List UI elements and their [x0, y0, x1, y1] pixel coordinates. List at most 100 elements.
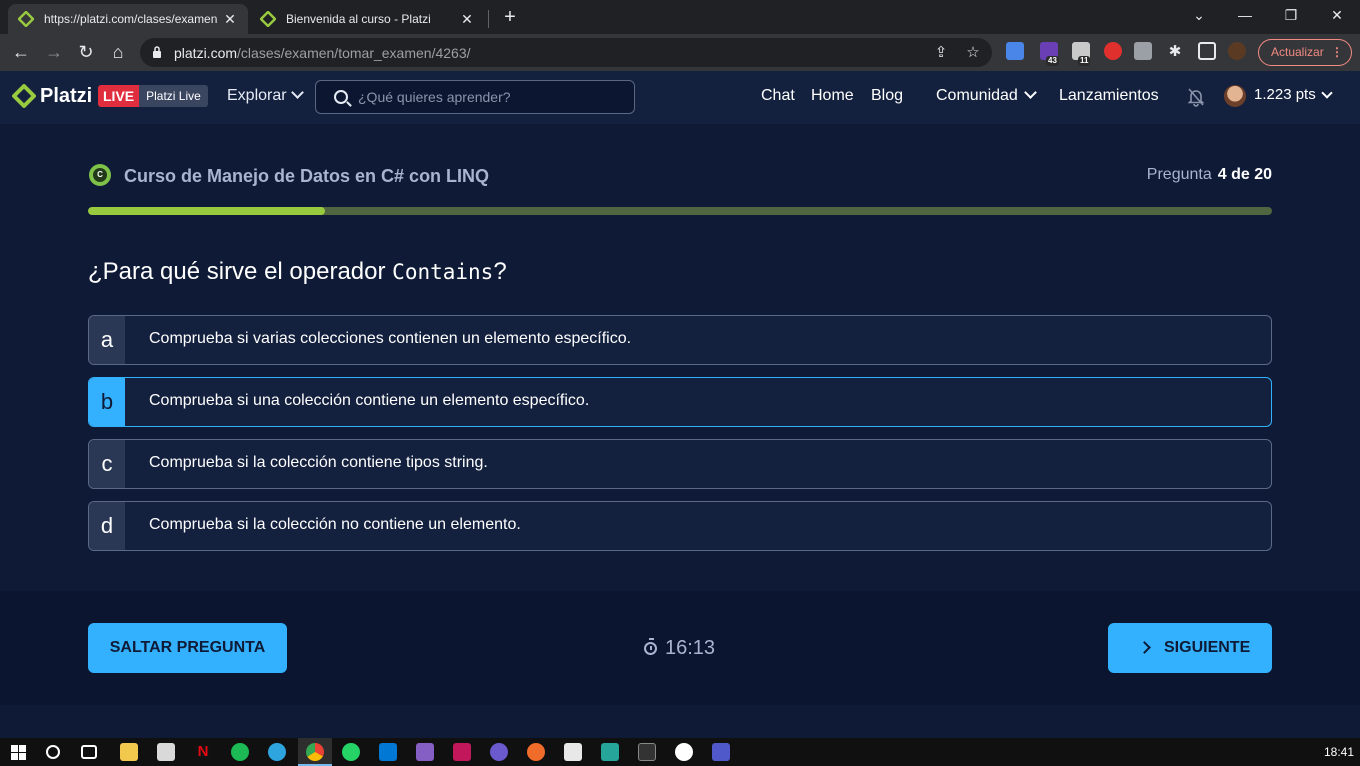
option-letter: a [89, 316, 125, 364]
option-letter: d [89, 502, 125, 550]
terminal-icon[interactable] [638, 743, 656, 761]
timer-value: 16:13 [665, 637, 716, 659]
site-header: Platzi LIVE Platzi Live Explorar ¿Qué qu… [0, 71, 1360, 124]
question-counter-label: Pregunta [1146, 166, 1212, 183]
avatar[interactable] [1224, 85, 1246, 107]
chevron-down-icon [1023, 86, 1037, 99]
answer-option-d[interactable]: d Comprueba si la colección no contiene … [88, 501, 1272, 551]
option-text: Comprueba si la colección contiene tipos… [149, 454, 488, 471]
next-label: SIGUIENTE [1164, 639, 1251, 656]
teams-icon[interactable] [712, 743, 730, 761]
close-window-icon[interactable]: ✕ [1314, 0, 1360, 32]
task-view-icon[interactable] [81, 745, 97, 759]
chrome-icon[interactable] [306, 743, 324, 761]
platzi-logo-icon [12, 84, 36, 108]
answer-option-c[interactable]: c Comprueba si la colección contiene tip… [88, 439, 1272, 489]
chevron-down-icon[interactable] [1321, 87, 1333, 99]
reload-icon[interactable]: ↻ [74, 41, 98, 65]
option-text: Comprueba si una colección contiene un e… [149, 392, 590, 409]
postman-icon[interactable] [527, 743, 545, 761]
option-letter: c [89, 440, 125, 488]
netflix-icon[interactable]: N [194, 743, 212, 761]
nav-chat[interactable]: Chat [761, 87, 795, 105]
platzi-favicon-icon [18, 11, 34, 27]
comunidad-label: Comunidad [936, 87, 1018, 104]
tab-title: Bienvenida al curso - Platzi [286, 12, 431, 26]
course-title: Curso de Manejo de Datos en C# con LINQ [124, 166, 490, 186]
explore-label: Explorar [227, 87, 287, 104]
app-icon[interactable] [157, 743, 175, 761]
skip-question-button[interactable]: SALTAR PREGUNTA [88, 623, 287, 673]
whatsapp-icon[interactable] [342, 743, 360, 761]
exam-progress-bar [88, 207, 1272, 215]
side-panel-icon[interactable] [1198, 42, 1216, 60]
nav-blog[interactable]: Blog [871, 87, 903, 105]
profile-avatar-icon[interactable] [1228, 42, 1246, 60]
restore-icon[interactable]: ❐ [1268, 0, 1314, 32]
question-text: ¿Para qué sirve el operador Contains? [88, 258, 507, 285]
forward-icon[interactable]: → [42, 41, 66, 65]
update-label: Actualizar [1271, 45, 1324, 59]
app-icon[interactable] [675, 743, 693, 761]
app-icon[interactable] [490, 743, 508, 761]
tab-exam[interactable]: https://platzi.com/clases/examen ✕ [8, 4, 248, 34]
answer-option-a[interactable]: a Comprueba si varias colecciones contie… [88, 315, 1272, 365]
extension-icon[interactable] [1134, 42, 1152, 60]
points-label[interactable]: 1.223 pts [1254, 86, 1316, 103]
chevron-down-icon [290, 86, 304, 99]
live-label: LIVE [98, 85, 140, 107]
exam-progress-fill [88, 207, 325, 215]
explore-menu[interactable]: Explorar [227, 86, 304, 105]
tab-search-icon[interactable]: ⌄ [1176, 0, 1222, 32]
question-counter: Pregunta 4 de 20 [1147, 166, 1272, 184]
platzi-live-badge[interactable]: LIVE Platzi Live [98, 85, 208, 107]
question-counter-value: 4 de 20 [1217, 166, 1272, 183]
bookmark-star-icon[interactable]: ☆ [964, 44, 982, 62]
nav-home[interactable]: Home [811, 87, 854, 105]
tab-bienvenida[interactable]: Bienvenida al curso - Platzi ✕ [250, 4, 485, 34]
search-icon [334, 90, 348, 104]
address-bar[interactable]: platzi.com/clases/examen/tomar_examen/42… [140, 38, 992, 67]
close-tab-icon[interactable]: ✕ [459, 11, 475, 28]
next-button[interactable]: SIGUIENTE [1108, 623, 1272, 673]
lock-icon [153, 46, 161, 58]
course-badge-icon: C [89, 164, 111, 186]
new-tab-icon[interactable]: + [498, 5, 522, 29]
vscode-icon[interactable] [379, 743, 397, 761]
app-icon[interactable] [601, 743, 619, 761]
visual-studio-icon[interactable] [416, 743, 434, 761]
option-letter: b [89, 378, 125, 426]
minimize-icon[interactable]: — [1222, 0, 1268, 32]
close-tab-icon[interactable]: ✕ [222, 11, 238, 28]
search-placeholder: ¿Qué quieres aprender? [358, 89, 511, 105]
back-icon[interactable]: ← [9, 41, 33, 65]
answer-option-b[interactable]: b Comprueba si una colección contiene un… [88, 377, 1272, 427]
edge-icon[interactable] [268, 743, 286, 761]
chevron-right-icon [1138, 641, 1151, 654]
nav-comunidad[interactable]: Comunidad [936, 86, 1037, 105]
puzzle-extensions-icon[interactable]: ✱ [1166, 43, 1184, 61]
app-icon[interactable] [564, 743, 582, 761]
translate-extension-icon[interactable] [1006, 42, 1024, 60]
url-text: platzi.com/clases/examen/tomar_examen/42… [174, 45, 471, 61]
nav-lanzamientos[interactable]: Lanzamientos [1059, 87, 1159, 105]
extension-icon[interactable] [1104, 42, 1122, 60]
app-icon[interactable] [453, 743, 471, 761]
page-background [0, 705, 1360, 738]
exam-panel: C Curso de Manejo de Datos en C# con LIN… [0, 124, 1360, 591]
update-button[interactable]: Actualizar ⋮ [1258, 39, 1352, 66]
file-explorer-icon[interactable] [120, 743, 138, 761]
extension-badge: 43 [1046, 56, 1059, 66]
windows-start-icon[interactable] [11, 745, 26, 760]
platzi-favicon-icon [260, 11, 276, 27]
search-input[interactable]: ¿Qué quieres aprender? [315, 80, 635, 114]
home-icon[interactable]: ⌂ [106, 41, 130, 65]
bell-off-icon[interactable] [1186, 87, 1206, 107]
platzi-live-label: Platzi Live [139, 85, 208, 107]
platzi-logo[interactable]: Platzi [12, 84, 92, 108]
spotify-icon[interactable] [231, 743, 249, 761]
more-menu-icon[interactable]: ⋮ [1331, 40, 1343, 65]
share-icon[interactable]: ⇪ [932, 44, 950, 62]
search-icon[interactable] [46, 745, 60, 759]
logo-text: Platzi [40, 84, 93, 107]
